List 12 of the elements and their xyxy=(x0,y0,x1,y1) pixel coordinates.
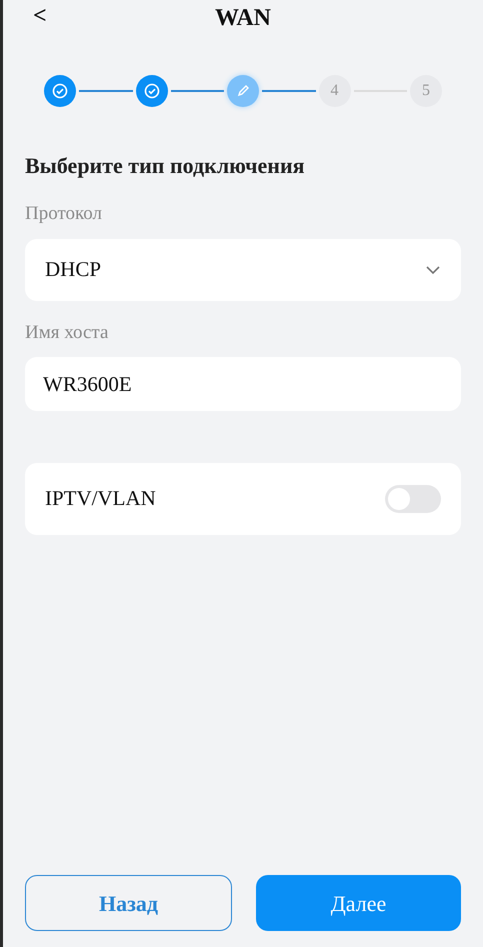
field-label: Протокол xyxy=(25,202,104,226)
field-label: Имя хоста xyxy=(25,320,110,344)
step-number: 5 xyxy=(410,75,442,107)
page-title: WAN xyxy=(214,4,271,33)
toggle-switch[interactable] xyxy=(385,485,441,513)
hostname-field[interactable]: WR3600E xyxy=(25,357,461,411)
section-heading: Выберите тип подключения xyxy=(25,152,306,180)
step-number: 4 xyxy=(318,75,350,107)
chevron-down-icon xyxy=(425,264,441,274)
setting-label: IPTV/VLAN xyxy=(45,485,156,512)
back-button[interactable]: < xyxy=(33,0,47,32)
protocol-select[interactable]: DHCP xyxy=(25,238,461,300)
